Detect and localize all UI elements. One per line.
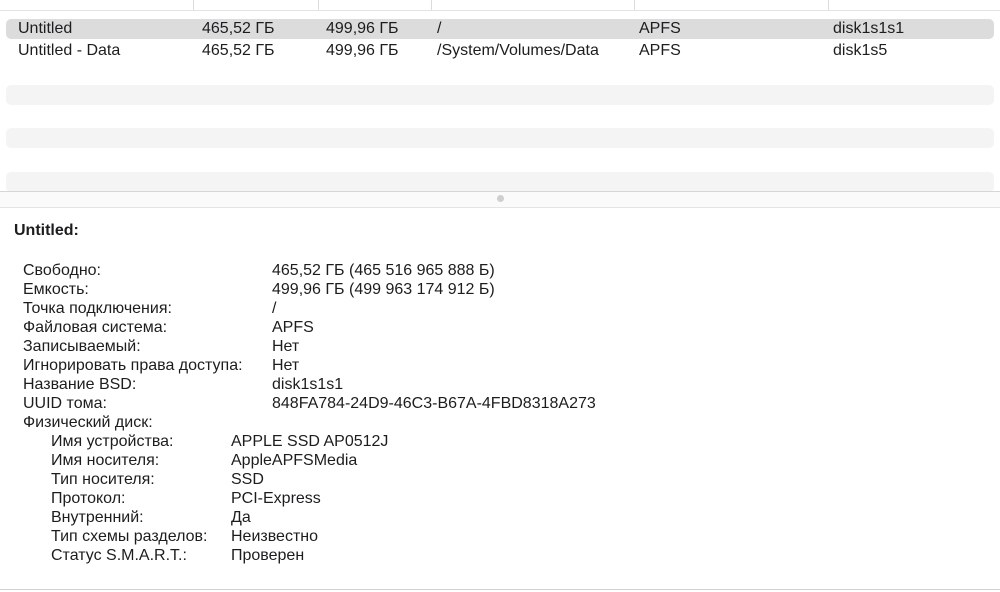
field-label: Емкость: bbox=[23, 281, 89, 298]
field-value: 848FA784-24D9-46C3-B67A-4FBD8318A273 bbox=[272, 395, 596, 412]
volume-capacity: 499,96 ГБ bbox=[326, 20, 399, 37]
pane-splitter[interactable] bbox=[0, 191, 1000, 208]
column-divider[interactable] bbox=[828, 0, 829, 10]
volume-file-system: APFS bbox=[639, 20, 681, 37]
field-value: AppleAPFSMedia bbox=[231, 452, 358, 469]
table-row[interactable]: Untitled - Data 465,52 ГБ 499,96 ГБ /Sys… bbox=[6, 41, 994, 61]
volume-mount-point: /System/Volumes/Data bbox=[437, 42, 599, 59]
field-value: 465,52 ГБ (465 516 965 888 Б) bbox=[272, 262, 495, 279]
details-title: Untitled: bbox=[14, 222, 79, 239]
empty-row bbox=[6, 128, 994, 148]
field-label: Протокол: bbox=[51, 490, 126, 507]
field-value: / bbox=[272, 300, 277, 317]
volume-free: 465,52 ГБ bbox=[202, 20, 275, 37]
field-value: Нет bbox=[272, 338, 300, 355]
empty-row bbox=[6, 172, 994, 192]
field-value: Проверен bbox=[231, 547, 305, 564]
column-divider[interactable] bbox=[634, 0, 635, 10]
splitter-handle[interactable] bbox=[497, 195, 504, 202]
volume-file-system: APFS bbox=[639, 42, 681, 59]
field-label: Статус S.M.A.R.T.: bbox=[51, 547, 187, 564]
empty-row bbox=[6, 85, 994, 105]
column-divider[interactable] bbox=[193, 0, 194, 10]
physical-disk-heading: Физический диск: bbox=[23, 414, 153, 431]
field-label: Записываемый: bbox=[23, 338, 141, 355]
field-label: Тип схемы разделов: bbox=[51, 528, 208, 545]
field-label: Игнорировать права доступа: bbox=[23, 357, 243, 374]
column-divider[interactable] bbox=[431, 0, 432, 10]
field-label: Файловая система: bbox=[23, 319, 168, 336]
bottom-divider bbox=[0, 589, 1000, 590]
volume-name: Untitled bbox=[18, 20, 73, 37]
field-value: Неизвестно bbox=[231, 528, 319, 545]
volume-free: 465,52 ГБ bbox=[202, 42, 275, 59]
field-label: Свободно: bbox=[23, 262, 101, 279]
field-value: APPLE SSD AP0512J bbox=[231, 433, 389, 450]
volume-details-panel: Untitled: Свободно: 465,52 ГБ (465 516 9… bbox=[0, 207, 1000, 590]
field-value: APFS bbox=[272, 319, 314, 336]
column-divider[interactable] bbox=[318, 0, 319, 10]
field-label: UUID тома: bbox=[23, 395, 107, 412]
field-value: PCI-Express bbox=[231, 490, 321, 507]
volume-name: Untitled - Data bbox=[18, 42, 121, 59]
field-value: SSD bbox=[231, 471, 264, 488]
volume-bsd-name: disk1s5 bbox=[833, 42, 888, 59]
volume-bsd-name: disk1s1s1 bbox=[833, 20, 905, 37]
field-label: Внутренний: bbox=[51, 509, 144, 526]
field-value: Нет bbox=[272, 357, 300, 374]
field-value: Да bbox=[231, 509, 251, 526]
field-label: Имя устройства: bbox=[51, 433, 174, 450]
field-label: Точка подключения: bbox=[23, 300, 172, 317]
field-label: Имя носителя: bbox=[51, 452, 160, 469]
volume-capacity: 499,96 ГБ bbox=[326, 42, 399, 59]
field-label: Тип носителя: bbox=[51, 471, 155, 488]
field-label: Название BSD: bbox=[23, 376, 137, 393]
field-value: 499,96 ГБ (499 963 174 912 Б) bbox=[272, 281, 495, 298]
table-row[interactable]: Untitled 465,52 ГБ 499,96 ГБ / APFS disk… bbox=[6, 19, 994, 39]
volumes-table: Untitled 465,52 ГБ 499,96 ГБ / APFS disk… bbox=[0, 0, 1000, 192]
table-header bbox=[0, 0, 1000, 11]
field-value: disk1s1s1 bbox=[272, 376, 344, 393]
volume-mount-point: / bbox=[437, 20, 442, 37]
